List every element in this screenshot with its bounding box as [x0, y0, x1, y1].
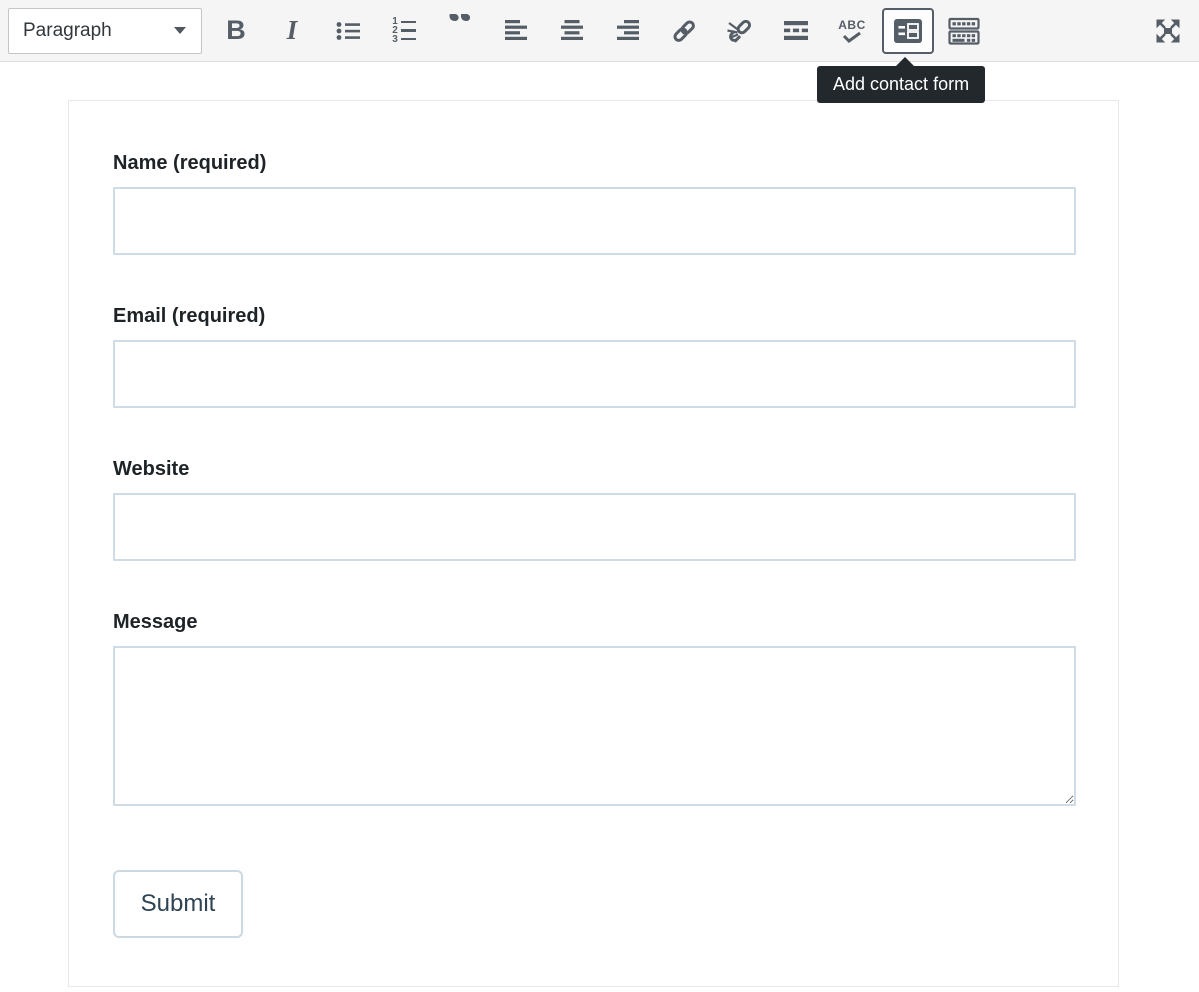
contact-form-icon — [893, 18, 923, 44]
submit-row: Submit — [113, 870, 1076, 938]
email-input[interactable] — [113, 340, 1076, 408]
align-left-icon — [504, 19, 528, 42]
numbered-list-icon: 1 2 3 — [392, 17, 416, 44]
name-field-label: Name (required) — [113, 151, 1076, 175]
remove-link-button[interactable] — [712, 6, 768, 56]
name-input[interactable] — [113, 187, 1076, 255]
message-field-label: Message — [113, 610, 1076, 634]
form-field-website: Website — [113, 457, 1076, 561]
spellcheck-icon: ABC — [838, 18, 866, 43]
bold-button[interactable]: B — [208, 6, 264, 56]
blockquote-button[interactable]: “ — [432, 6, 488, 56]
align-center-button[interactable] — [544, 6, 600, 56]
message-textarea[interactable] — [113, 646, 1076, 806]
align-center-icon — [560, 19, 584, 42]
editor-toolbar: Paragraph B I 1 2 3 “ — [0, 0, 1199, 62]
align-left-button[interactable] — [488, 6, 544, 56]
paragraph-format-dropdown[interactable]: Paragraph — [8, 8, 202, 54]
read-more-icon — [783, 20, 809, 41]
form-field-name: Name (required) — [113, 151, 1076, 255]
blockquote-icon: “ — [447, 14, 473, 48]
email-field-label: Email (required) — [113, 304, 1076, 328]
read-more-button[interactable] — [768, 6, 824, 56]
align-right-icon — [616, 19, 640, 42]
keyboard-icon — [948, 17, 980, 45]
bold-icon: B — [226, 15, 246, 46]
italic-button[interactable]: I — [264, 6, 320, 56]
website-input[interactable] — [113, 493, 1076, 561]
chevron-down-icon — [173, 22, 187, 40]
bullet-list-icon — [335, 19, 361, 43]
fullscreen-button[interactable] — [1140, 6, 1196, 56]
numbered-list-button[interactable]: 1 2 3 — [376, 6, 432, 56]
contact-form-preview: Name (required) Email (required) Website… — [68, 100, 1119, 987]
paragraph-format-value: Paragraph — [23, 20, 112, 42]
bullet-list-button[interactable] — [320, 6, 376, 56]
insert-link-button[interactable] — [656, 6, 712, 56]
submit-button[interactable]: Submit — [113, 870, 243, 938]
add-contact-form-tooltip: Add contact form — [817, 66, 985, 103]
add-contact-form-button[interactable] — [882, 8, 934, 54]
keyboard-shortcuts-button[interactable] — [936, 6, 992, 56]
unlink-icon — [725, 16, 755, 46]
align-right-button[interactable] — [600, 6, 656, 56]
tooltip-text: Add contact form — [833, 74, 969, 94]
spellcheck-button[interactable]: ABC — [824, 6, 880, 56]
form-field-message: Message — [113, 610, 1076, 811]
form-field-email: Email (required) — [113, 304, 1076, 408]
italic-icon: I — [287, 15, 298, 46]
website-field-label: Website — [113, 457, 1076, 481]
link-icon — [670, 17, 698, 45]
fullscreen-icon — [1154, 17, 1182, 45]
